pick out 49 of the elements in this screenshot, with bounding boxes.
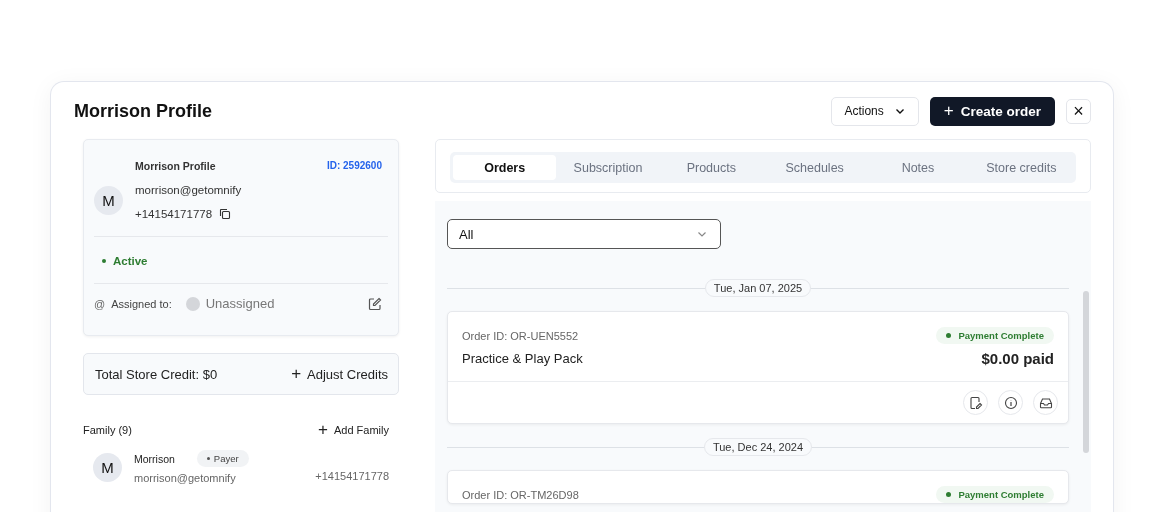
close-button[interactable]: × — [1066, 98, 1091, 124]
inbox-button[interactable] — [1033, 390, 1058, 415]
tab[interactable]: Store credits — [969, 155, 1073, 180]
date-label: Tue, Dec 24, 2024 — [703, 438, 813, 456]
payment-status-badge: Payment Complete — [936, 486, 1054, 503]
phone-text: +14154171778 — [135, 208, 213, 220]
avatar: M — [93, 452, 122, 482]
inbox-icon — [1038, 395, 1053, 410]
edit-button[interactable] — [963, 390, 988, 415]
create-order-button[interactable]: + Create order — [929, 96, 1055, 126]
member-phone: +14154171778 — [315, 469, 389, 482]
order-name: Practice & Play Pack — [462, 351, 583, 366]
family-title: Family (9) — [83, 424, 132, 436]
info-icon — [1003, 395, 1018, 410]
payment-status-badge: Payment Complete — [936, 327, 1054, 344]
tab[interactable]: Products — [659, 155, 763, 180]
store-credit-total: Total Store Credit: $0 — [95, 366, 218, 382]
order-amount: $0.00 paid — [981, 350, 1054, 367]
edit-icon — [968, 395, 983, 410]
member-name: Morrison — [134, 452, 175, 465]
assignee-text: Unassigned — [205, 296, 276, 311]
add-family-button[interactable]: + Add Family — [318, 420, 389, 440]
order-card[interactable]: Order ID: OR-UEN5552 Payment Complete Practice & Play Pack $0.00 paid — [447, 311, 1069, 424]
email-text: morrison@getomnify — [135, 184, 243, 196]
tab[interactable]: Subscription — [556, 155, 660, 180]
status-badge: Active — [94, 255, 156, 267]
member-email: morrison@getomnify — [134, 472, 237, 484]
profile-name: Morrison Profile — [135, 160, 217, 172]
payer-tag: Payer — [196, 450, 249, 467]
assigned-label: Assigned to: — [111, 297, 172, 310]
avatar: M — [94, 186, 123, 215]
actions-dropdown[interactable]: Actions — [831, 96, 919, 126]
edit-icon[interactable] — [368, 296, 382, 311]
tab[interactable]: Orders — [453, 155, 557, 180]
scrollbar[interactable] — [1083, 291, 1089, 453]
adjust-credits-button[interactable]: + Adjust Credits — [291, 364, 388, 384]
at-icon: @ — [94, 297, 106, 310]
assignee-avatar — [185, 296, 200, 311]
filter-dropdown[interactable]: All — [447, 219, 721, 249]
copy-icon[interactable] — [219, 208, 232, 220]
order-id: Order ID: OR-TM26D98 — [462, 488, 579, 501]
date-label: Tue, Jan 07, 2025 — [704, 279, 812, 297]
info-button[interactable] — [998, 390, 1023, 415]
modal-title: Morrison Profile — [74, 100, 212, 122]
id-text: ID: 2592600 — [326, 160, 382, 171]
tab[interactable]: Schedules — [763, 155, 867, 180]
tab[interactable]: Notes — [866, 155, 970, 180]
order-card[interactable]: Order ID: OR-TM26D98 Payment Complete — [447, 470, 1069, 504]
order-id: Order ID: OR-UEN5552 — [462, 329, 579, 342]
